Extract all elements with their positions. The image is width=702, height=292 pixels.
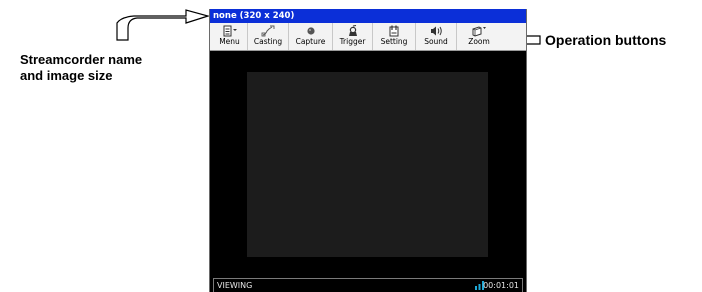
- streamcorder-annotation: Streamcorder name and image size: [20, 52, 195, 84]
- trigger-label: Trigger: [339, 37, 366, 46]
- capture-button[interactable]: Capture: [289, 23, 333, 50]
- annotation-line-2: and image size: [20, 68, 113, 83]
- operation-toolbar: Menu Casting Capture Trigger Setting Sou…: [210, 23, 526, 51]
- annotation-line-1: Streamcorder name: [20, 52, 143, 67]
- video-frame: [247, 72, 488, 257]
- capture-label: Capture: [295, 37, 326, 46]
- zoom-icon: [472, 26, 486, 37]
- left-annotation-arrow: [116, 9, 211, 41]
- trigger-button[interactable]: Trigger: [333, 23, 373, 50]
- trigger-icon: [348, 25, 357, 36]
- setting-icon: [389, 25, 399, 37]
- streamcorder-window: none (320 x 240) Menu Casting Capture Tr…: [209, 9, 527, 292]
- sound-button[interactable]: Sound: [416, 23, 457, 50]
- status-bar: VIEWING 00:01:01: [213, 278, 523, 292]
- casting-label: Casting: [253, 37, 283, 46]
- zoom-button[interactable]: Zoom: [457, 23, 501, 50]
- sound-icon: [431, 26, 442, 36]
- video-viewport[interactable]: [210, 51, 526, 277]
- sound-label: Sound: [424, 37, 448, 46]
- menu-label: Menu: [219, 37, 240, 46]
- menu-button[interactable]: Menu: [212, 23, 248, 50]
- elapsed-time: 00:01:01: [483, 281, 519, 290]
- capture-icon: [306, 27, 315, 35]
- casting-icon: [261, 25, 275, 37]
- zoom-label: Zoom: [468, 37, 490, 46]
- setting-button[interactable]: Setting: [373, 23, 416, 50]
- setting-label: Setting: [380, 37, 408, 46]
- casting-button[interactable]: Casting: [248, 23, 289, 50]
- status-mode: VIEWING: [217, 281, 253, 290]
- menu-icon: [223, 25, 237, 37]
- window-title: none (320 x 240): [210, 9, 526, 23]
- operation-buttons-annotation: Operation buttons: [545, 32, 667, 48]
